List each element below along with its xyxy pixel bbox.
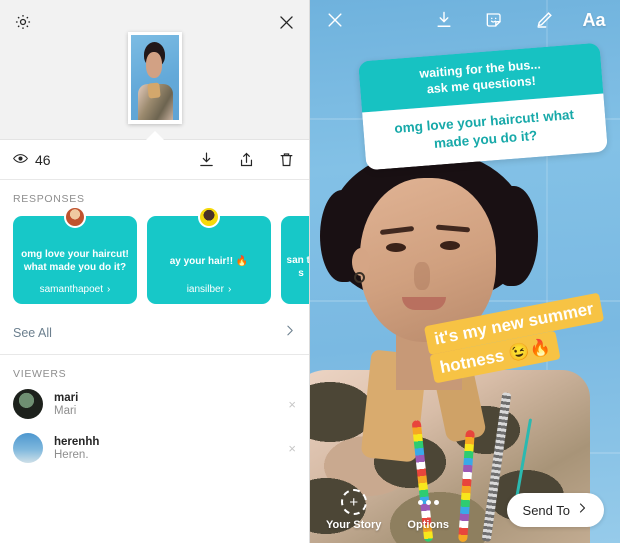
chevron-right-icon (283, 324, 296, 342)
response-card[interactable]: omg love your haircut! what made you do … (13, 206, 137, 304)
share-icon[interactable] (236, 150, 256, 170)
response-card[interactable]: san te s (281, 216, 309, 304)
gear-icon[interactable] (10, 9, 36, 35)
responses-carousel[interactable]: omg love your haircut! what made you do … (0, 205, 309, 304)
avatar (198, 206, 220, 228)
sticker-icon[interactable] (482, 8, 506, 32)
response-text: san te s (286, 255, 309, 279)
person-mouth (402, 297, 446, 310)
text-tool-label: Aa (582, 10, 606, 30)
thumbnail-collar (147, 81, 161, 99)
story-actions (196, 150, 296, 170)
story-bottom-toolbar: + Your Story Options Send To (310, 477, 620, 543)
chevron-right-icon: › (227, 284, 232, 295)
close-icon[interactable] (273, 9, 299, 35)
dismiss-viewer-icon[interactable]: × (288, 441, 296, 456)
your-story-label: Your Story (326, 519, 382, 531)
question-sticker[interactable]: waiting for the bus... ask me questions!… (358, 42, 608, 171)
chevron-right-icon (576, 501, 588, 519)
response-username-label: samanthapoet (39, 284, 104, 295)
options-button[interactable]: Options (407, 489, 449, 531)
story-tools: Aa (432, 8, 606, 32)
responses-section-label: RESPONSES (13, 193, 85, 205)
viewer-username: mari (54, 391, 79, 404)
preview-caret (145, 131, 164, 140)
eye-icon (13, 151, 28, 169)
viewer-row[interactable]: mari Mari × (0, 382, 309, 426)
story-stats-row: 46 (0, 140, 309, 180)
hoop-earring (354, 272, 365, 283)
download-icon[interactable] (432, 8, 456, 32)
viewers-section-label: VIEWERS (13, 368, 67, 380)
avatar[interactable] (13, 389, 43, 419)
viewer-meta: herenhh Heren. (54, 436, 99, 461)
views-count: 46 (35, 151, 51, 168)
story-thumbnail-image (130, 35, 179, 120)
person-eye (386, 243, 406, 252)
thumbnail-face (146, 52, 163, 78)
pen-icon[interactable] (532, 8, 556, 32)
response-card[interactable]: ay your hair!! 🔥 iansilber › (147, 206, 271, 304)
text-icon[interactable]: Aa (582, 8, 606, 32)
close-icon[interactable] (324, 9, 346, 31)
your-story-button[interactable]: + Your Story (326, 489, 381, 531)
viewer-username: herenhh (54, 435, 100, 448)
see-all-label: See All (13, 325, 52, 340)
story-preview-area (0, 0, 309, 140)
response-username-label: iansilber (186, 284, 224, 295)
viewer-meta: mari Mari (54, 392, 78, 417)
see-all-responses-row[interactable]: See All (0, 311, 309, 355)
avatar[interactable] (13, 433, 43, 463)
response-text: ay your hair!! 🔥 (169, 255, 249, 267)
plus-circle-icon: + (340, 489, 367, 515)
viewer-row[interactable]: herenhh Heren. × (0, 426, 309, 470)
story-insights-panel: 46 RESPONSES omg love your haircut! what… (0, 0, 310, 543)
dismiss-viewer-icon[interactable]: × (288, 397, 296, 412)
avatar (64, 206, 86, 228)
response-username[interactable]: samanthapoet › (40, 284, 111, 295)
instagram-story-insights-screen: 46 RESPONSES omg love your haircut! what… (0, 0, 620, 543)
viewer-fullname: Heren. (54, 448, 89, 461)
ellipsis-icon (417, 489, 439, 515)
options-label: Options (407, 519, 449, 531)
views-stat[interactable]: 46 (13, 151, 51, 169)
chevron-right-icon: › (107, 284, 111, 295)
story-top-toolbar: Aa (310, 0, 620, 40)
trash-icon[interactable] (276, 150, 296, 170)
viewers-list: mari Mari × herenhh Heren. × (0, 380, 309, 470)
download-icon[interactable] (196, 150, 216, 170)
viewer-fullname: Mari (54, 404, 77, 417)
story-preview-panel: Aa waiting for the bus... ask me questio… (310, 0, 620, 543)
person-nose (414, 262, 430, 290)
send-to-button[interactable]: Send To (506, 493, 604, 527)
story-thumbnail[interactable] (127, 32, 182, 124)
response-username[interactable]: iansilber › (187, 284, 232, 295)
response-text: omg love your haircut! what made you do … (21, 249, 129, 273)
send-to-label: Send To (522, 502, 570, 518)
person-eye (440, 241, 460, 250)
